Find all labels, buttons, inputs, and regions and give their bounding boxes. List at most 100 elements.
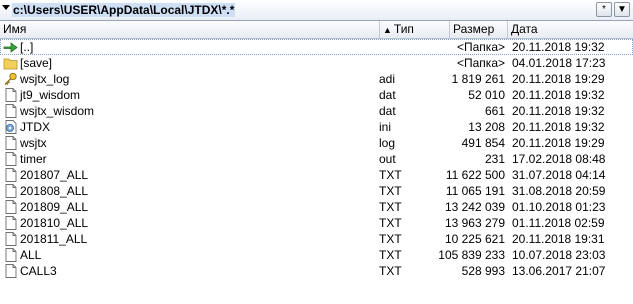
file-list: [..] <Папка> 20.11.2018 19:32 [save] <Папка>… bbox=[0, 39, 633, 279]
column-header: Имя ▲ Тип Размер Дата bbox=[0, 21, 633, 39]
file-icon bbox=[3, 264, 18, 278]
file-extension: TXT bbox=[379, 232, 402, 246]
history-dropdown-button[interactable]: ▼ bbox=[614, 2, 630, 17]
key-file-icon bbox=[3, 72, 18, 86]
path-bar: c:\Users\USER\AppData\Local\JTDX\*.* * ▼ bbox=[0, 0, 633, 21]
file-size: 10 225 621 bbox=[444, 232, 505, 246]
file-row[interactable]: timer out 231 17.02.2018 08:48 bbox=[0, 151, 633, 167]
folder-icon bbox=[3, 56, 18, 70]
file-icon bbox=[3, 232, 18, 246]
file-row[interactable]: [save] <Папка> 04.01.2018 17:23 bbox=[0, 55, 633, 71]
file-size: 491 854 bbox=[461, 136, 505, 150]
file-name: ALL bbox=[20, 248, 42, 262]
file-name: JTDX bbox=[20, 120, 50, 134]
file-icon bbox=[3, 216, 18, 230]
file-row[interactable]: [..] <Папка> 20.11.2018 19:32 bbox=[0, 39, 633, 55]
file-date: 01.10.2018 01:23 bbox=[512, 200, 606, 214]
file-icon bbox=[3, 152, 18, 166]
drive-dropdown-icon[interactable] bbox=[2, 5, 10, 10]
file-name: CALL3 bbox=[20, 264, 57, 278]
file-extension: dat bbox=[379, 88, 396, 102]
file-size: 13 242 039 bbox=[444, 200, 505, 214]
file-date: 10.07.2018 23:03 bbox=[512, 248, 606, 262]
file-date: 31.07.2018 04:14 bbox=[512, 168, 606, 182]
column-name[interactable]: Имя bbox=[0, 21, 380, 38]
file-name: 201811_ALL bbox=[20, 232, 88, 246]
file-extension: TXT bbox=[379, 264, 402, 278]
file-row[interactable]: wsjtx_wisdom dat 661 20.11.2018 19:32 bbox=[0, 103, 633, 119]
file-row[interactable]: 201809_ALL TXT 13 242 039 01.10.2018 01:23 bbox=[0, 199, 633, 215]
file-row[interactable]: 201811_ALL TXT 10 225 621 20.11.2018 19:31 bbox=[0, 231, 633, 247]
file-extension: out bbox=[379, 152, 396, 166]
file-extension: dat bbox=[379, 104, 396, 118]
current-path[interactable]: c:\Users\USER\AppData\Local\JTDX\*.* bbox=[12, 3, 236, 17]
file-row[interactable]: 201807_ALL TXT 11 622 500 31.07.2018 04:14 bbox=[0, 167, 633, 183]
file-size: 13 208 bbox=[468, 120, 505, 134]
file-name: wsjtx bbox=[20, 136, 47, 150]
file-extension: TXT bbox=[379, 200, 402, 214]
file-date: 20.11.2018 19:29 bbox=[512, 136, 605, 150]
file-name: wsjtx_wisdom bbox=[20, 104, 95, 118]
file-name: wsjtx_log bbox=[20, 72, 70, 86]
file-date: 20.11.2018 19:32 bbox=[512, 104, 605, 118]
file-name: 201809_ALL bbox=[20, 200, 89, 214]
file-name: 201807_ALL bbox=[20, 168, 89, 182]
file-size: <Папка> bbox=[457, 56, 505, 70]
file-date: 20.11.2018 19:31 bbox=[512, 232, 605, 246]
file-size: <Папка> bbox=[457, 40, 505, 54]
file-size: 528 993 bbox=[461, 264, 505, 278]
file-extension: TXT bbox=[379, 248, 402, 262]
file-name: [save] bbox=[20, 56, 53, 70]
file-row[interactable]: CALL3 TXT 528 993 13.06.2017 21:07 bbox=[0, 263, 633, 279]
file-size: 231 bbox=[484, 152, 505, 166]
file-icon bbox=[3, 88, 18, 102]
file-size: 13 963 279 bbox=[444, 216, 505, 230]
column-date[interactable]: Дата bbox=[508, 21, 633, 38]
file-name: jt9_wisdom bbox=[20, 88, 81, 102]
file-icon bbox=[3, 168, 18, 182]
file-row[interactable]: wsjtx log 491 854 20.11.2018 19:29 bbox=[0, 135, 633, 151]
file-date: 13.06.2017 21:07 bbox=[512, 264, 606, 278]
file-extension: adi bbox=[379, 72, 396, 86]
file-date: 01.11.2018 02:59 bbox=[512, 216, 605, 230]
file-icon bbox=[3, 136, 18, 150]
file-icon bbox=[3, 200, 18, 214]
file-row[interactable]: wsjtx_log adi 1 819 261 20.11.2018 19:29 bbox=[0, 71, 633, 87]
file-name: 201810_ALL bbox=[20, 216, 89, 230]
file-date: 04.01.2018 17:23 bbox=[512, 56, 606, 70]
file-extension: ini bbox=[379, 120, 392, 134]
file-size: 52 010 bbox=[468, 88, 505, 102]
file-date: 17.02.2018 08:48 bbox=[512, 152, 606, 166]
file-extension: TXT bbox=[379, 168, 402, 182]
sort-up-icon: ▲ bbox=[383, 25, 392, 35]
file-icon bbox=[3, 248, 18, 262]
file-extension: TXT bbox=[379, 216, 402, 230]
file-name: 201808_ALL bbox=[20, 184, 89, 198]
file-size: 105 839 233 bbox=[438, 248, 505, 262]
file-extension: TXT bbox=[379, 184, 402, 198]
file-name: [..] bbox=[20, 40, 34, 54]
column-size[interactable]: Размер bbox=[450, 21, 508, 38]
file-name: timer bbox=[20, 152, 47, 166]
file-date: 20.11.2018 19:32 bbox=[512, 88, 605, 102]
file-date: 31.08.2018 20:59 bbox=[512, 184, 606, 198]
up-arrow-icon bbox=[3, 40, 18, 54]
file-date: 20.11.2018 19:32 bbox=[512, 40, 605, 54]
file-date: 20.11.2018 19:32 bbox=[512, 120, 605, 134]
file-size: 1 819 261 bbox=[451, 72, 505, 86]
file-size: 11 065 191 bbox=[445, 184, 505, 198]
file-row[interactable]: 201808_ALL TXT 11 065 191 31.08.2018 20:59 bbox=[0, 183, 633, 199]
file-extension: log bbox=[379, 136, 396, 150]
file-icon bbox=[3, 184, 18, 198]
file-row[interactable]: 201810_ALL TXT 13 963 279 01.11.2018 02:59 bbox=[0, 215, 633, 231]
file-size: 661 bbox=[484, 104, 505, 118]
settings-file-icon bbox=[3, 120, 18, 134]
column-type[interactable]: ▲ Тип bbox=[380, 21, 450, 38]
filter-button[interactable]: * bbox=[596, 2, 612, 17]
file-row[interactable]: ALL TXT 105 839 233 10.07.2018 23:03 bbox=[0, 247, 633, 263]
file-row[interactable]: JTDX ini 13 208 20.11.2018 19:32 bbox=[0, 119, 633, 135]
file-row[interactable]: jt9_wisdom dat 52 010 20.11.2018 19:32 bbox=[0, 87, 633, 103]
file-size: 11 622 500 bbox=[445, 168, 505, 182]
file-date: 20.11.2018 19:29 bbox=[512, 72, 605, 86]
file-icon bbox=[3, 104, 18, 118]
